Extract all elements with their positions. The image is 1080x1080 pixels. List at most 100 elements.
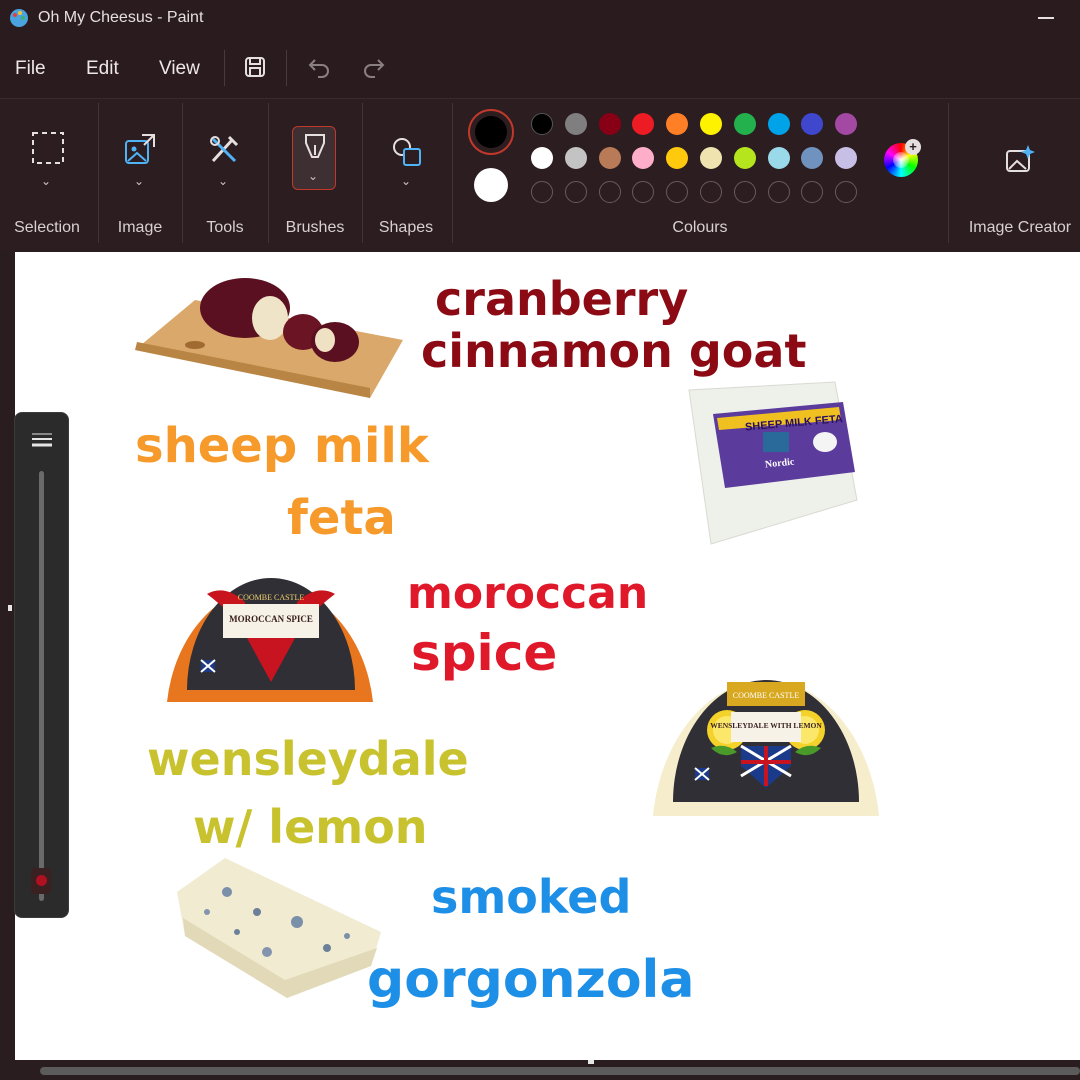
tools-icon[interactable] xyxy=(207,133,241,167)
minimize-icon[interactable] xyxy=(1038,17,1054,19)
colour-swatch[interactable] xyxy=(733,113,756,135)
custom-colour-slot[interactable] xyxy=(801,181,824,203)
ribbon-divider xyxy=(268,103,269,243)
moroccan-spice-cheese-image: COOMBE CASTLE MOROCCAN SPICE xyxy=(167,578,373,702)
group-label-image: Image xyxy=(117,219,163,236)
menu-divider xyxy=(224,50,225,86)
lemon-brand-label: COOMBE CASTLE xyxy=(733,691,800,700)
horizontal-scrollbar[interactable] xyxy=(40,1067,1080,1075)
primary-colour xyxy=(475,116,507,148)
canvas-resize-handle[interactable] xyxy=(8,605,12,611)
paint-palette-icon xyxy=(10,9,28,27)
custom-colour-slot[interactable] xyxy=(564,181,587,203)
gorgonzola-label-line2: gorgonzola xyxy=(367,950,695,1010)
brush-size-slider-track[interactable] xyxy=(39,471,44,901)
colour-swatch[interactable] xyxy=(801,147,824,169)
ribbon-divider xyxy=(948,103,949,243)
group-label-colours: Colours xyxy=(672,219,728,236)
chevron-down-icon[interactable]: ⌄ xyxy=(41,174,51,188)
canvas-resize-handle[interactable] xyxy=(588,1060,594,1064)
wensleydale-label-line1: wensleydale xyxy=(147,732,469,786)
window-title: Oh My Cheesus - Paint xyxy=(38,9,204,26)
colour-swatch[interactable] xyxy=(598,147,621,169)
custom-colour-slot[interactable] xyxy=(598,181,621,203)
shapes-icon[interactable] xyxy=(390,135,424,169)
wensleydale-label-line2: w/ lemon xyxy=(193,800,428,854)
feta-label-line1: sheep milk xyxy=(135,418,429,474)
custom-colour-slot[interactable] xyxy=(700,181,722,203)
secondary-colour[interactable] xyxy=(474,168,508,202)
wensleydale-lemon-cheese-image: COOMBE CASTLE WENSLEYDALE WITH LEMON xyxy=(653,680,879,816)
chevron-down-icon[interactable]: ⌄ xyxy=(401,174,411,188)
brush-size-slider-thumb[interactable] xyxy=(31,868,51,894)
selection-icon[interactable] xyxy=(31,131,65,165)
brush-size-panel xyxy=(14,412,69,918)
colour-swatch[interactable] xyxy=(666,113,689,135)
cranberry-goat-cheese-image xyxy=(135,278,403,398)
menu-divider xyxy=(286,50,287,86)
redo-icon[interactable] xyxy=(362,56,386,78)
colour-swatch[interactable] xyxy=(767,147,790,169)
moroccan-label-line2: spice xyxy=(411,624,558,682)
sheep-milk-feta-image: SHEEP MILK FETA Nordic xyxy=(688,381,858,545)
menu-bar: File Edit View xyxy=(0,38,1080,98)
title-bar: Oh My Cheesus - Paint xyxy=(0,0,1080,38)
colour-swatch[interactable] xyxy=(835,113,858,135)
custom-colour-slot[interactable] xyxy=(733,181,756,203)
group-label-shapes: Shapes xyxy=(378,219,434,236)
custom-colour-slot[interactable] xyxy=(632,181,655,203)
image-icon[interactable] xyxy=(123,132,157,166)
cranberry-label-line2: cinnamon goat xyxy=(421,324,807,378)
menu-view[interactable]: View xyxy=(159,58,200,80)
chevron-down-icon[interactable]: ⌄ xyxy=(134,174,144,188)
ribbon-toolbar: ⌄ Selection ⌄ Image ⌄ Tools ⌄ Brushes ⌄ … xyxy=(0,98,1080,250)
lemon-name-label: WENSLEYDALE WITH LEMON xyxy=(710,721,822,730)
colour-swatch[interactable] xyxy=(564,113,587,135)
colour-wheel-icon[interactable]: + xyxy=(884,139,921,177)
custom-colour-slot[interactable] xyxy=(531,181,553,203)
colour-swatch[interactable] xyxy=(666,147,689,169)
gorgonzola-cheese-image xyxy=(177,858,381,998)
brushes-button[interactable]: ⌄ xyxy=(292,126,336,190)
group-label-selection: Selection xyxy=(14,219,80,236)
chevron-down-icon[interactable]: ⌄ xyxy=(218,174,228,188)
menu-file[interactable]: File xyxy=(15,58,46,80)
feta-label-line2: feta xyxy=(287,490,396,546)
save-icon[interactable] xyxy=(244,56,266,78)
colour-swatch[interactable] xyxy=(531,147,553,169)
colour-swatch[interactable] xyxy=(801,113,824,135)
colour-swatch[interactable] xyxy=(632,147,655,169)
colour-swatch[interactable] xyxy=(632,113,655,135)
colour-swatch[interactable] xyxy=(598,113,621,135)
custom-colour-slot[interactable] xyxy=(666,181,689,203)
menu-edit[interactable]: Edit xyxy=(86,58,119,80)
gorgonzola-label-line1: smoked xyxy=(431,870,632,924)
brush-size-icon xyxy=(32,433,52,447)
cranberry-label-line1: cranberry xyxy=(435,272,689,326)
moroccan-label-line1: moroccan xyxy=(407,568,649,619)
colour-swatch[interactable] xyxy=(700,147,722,169)
group-label-tools: Tools xyxy=(206,219,244,236)
colour-swatch[interactable] xyxy=(700,113,722,135)
ribbon-divider xyxy=(362,103,363,243)
primary-colour-ring[interactable] xyxy=(468,109,514,155)
moroccan-name-label: MOROCCAN SPICE xyxy=(229,614,313,624)
colour-swatch[interactable] xyxy=(564,147,587,169)
custom-colour-slot[interactable] xyxy=(767,181,790,203)
drawing-canvas[interactable]: SHEEP MILK FETA Nordic COOMBE CASTLE MOR… xyxy=(15,252,1080,1060)
brush-icon xyxy=(305,134,325,158)
ribbon-divider xyxy=(98,103,99,243)
undo-icon[interactable] xyxy=(307,56,331,78)
moroccan-brand-label: COOMBE CASTLE xyxy=(238,593,305,602)
chevron-down-icon[interactable]: ⌄ xyxy=(308,169,318,183)
colour-swatch[interactable] xyxy=(733,147,756,169)
ribbon-divider xyxy=(452,103,453,243)
image-creator-icon[interactable] xyxy=(1004,143,1036,175)
colour-swatch[interactable] xyxy=(767,113,790,135)
colour-swatch[interactable] xyxy=(531,113,553,135)
group-label-brushes: Brushes xyxy=(285,219,345,236)
colour-swatch[interactable] xyxy=(835,147,858,169)
ribbon-divider xyxy=(182,103,183,243)
custom-colour-slot[interactable] xyxy=(835,181,858,203)
group-label-image-creator: Image Creator xyxy=(968,219,1072,236)
